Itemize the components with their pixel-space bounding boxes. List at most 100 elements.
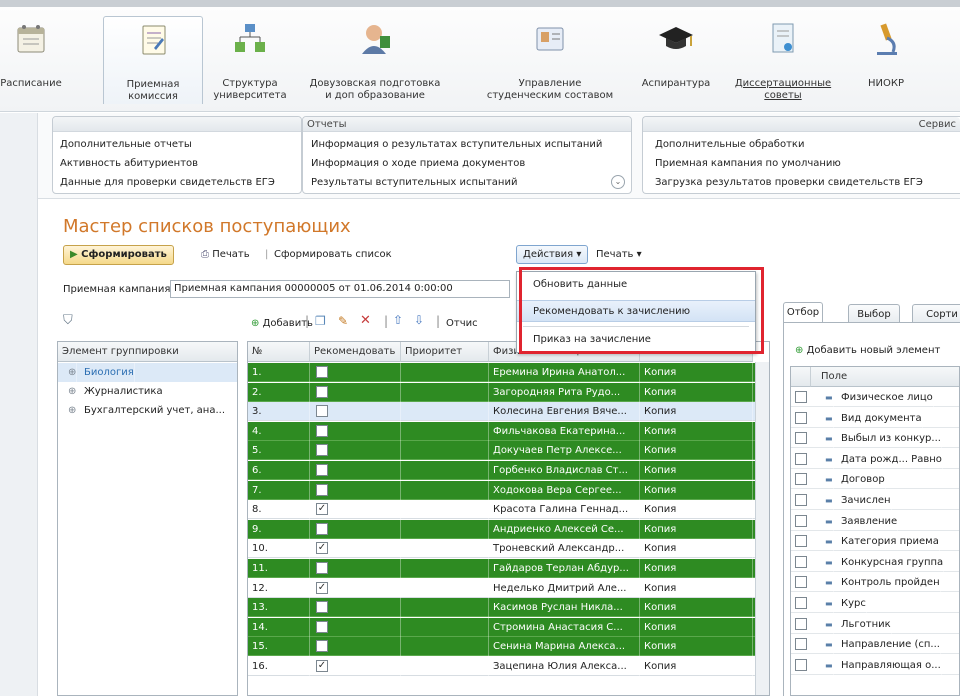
filter-checkbox[interactable] (795, 658, 807, 671)
filter-checkbox[interactable] (795, 411, 807, 424)
filter-checkbox[interactable] (795, 555, 807, 568)
group-item[interactable]: ⊕ Бухгалтерский учет, ана... (58, 401, 237, 420)
service-link[interactable]: Приемная кампания по умолчанию (655, 158, 841, 169)
tab-sort[interactable]: Сорти (912, 304, 960, 324)
table-row[interactable]: 7. Ходокова Вера Сергее... Копия (248, 480, 769, 500)
table-row[interactable]: 5. Докучаев Петр Алексе... Копия (248, 441, 769, 461)
filter-field-row[interactable]: ▬ Направление (сп... (791, 635, 959, 655)
expand-icon[interactable]: ⊕ (64, 363, 78, 382)
expand-icon[interactable]: ⊕ (64, 401, 78, 420)
command-link[interactable]: Активность абитуриентов (60, 158, 198, 169)
recommend-checkbox[interactable]: ✓ (316, 660, 328, 672)
recommend-checkbox[interactable] (316, 640, 328, 653)
recommend-checkbox[interactable] (316, 620, 328, 633)
table-row[interactable]: 10. ✓ Троневский Александр... Копия (248, 539, 769, 559)
filter-field-row[interactable]: ▬ Договор (791, 470, 959, 490)
filter-field-row[interactable]: ▬ Заявление (791, 511, 959, 531)
actions-button[interactable]: Действия ▾ (516, 245, 589, 264)
filter-checkbox[interactable] (795, 535, 807, 548)
recommend-checkbox[interactable] (316, 405, 328, 418)
report-link[interactable]: Информация о ходе приема документов (311, 158, 525, 169)
ribbon-item-schedule[interactable]: Расписание (0, 16, 62, 104)
expand-chevron-icon[interactable]: ⌄ (611, 175, 625, 189)
filter-field-row[interactable]: ▬ Конкурсная группа (791, 552, 959, 572)
ribbon-item-postgrad[interactable]: Аспирантура (636, 16, 716, 104)
filter-field-row[interactable]: ▬ Зачислен (791, 491, 959, 510)
table-row[interactable]: 1. Еремина Ирина Анатол... Копия (248, 363, 769, 382)
filter-field-row[interactable]: ▬ Вид документа (791, 408, 959, 428)
recommend-checkbox[interactable]: ✓ (316, 581, 328, 594)
expand-icon[interactable]: ⊕ (64, 382, 78, 401)
table-row[interactable]: 9. Андриенко Алексей Се... Копия (248, 519, 769, 539)
ribbon-item-students[interactable]: Управление студенческим составом (470, 16, 630, 104)
recommend-checkbox[interactable] (316, 483, 328, 496)
table-row[interactable]: 12. ✓ Неделько Дмитрий Але... Копия (248, 578, 769, 598)
recommend-checkbox[interactable]: ✓ (316, 503, 328, 516)
filter-checkbox[interactable] (795, 432, 807, 445)
recommend-checkbox[interactable] (316, 562, 328, 574)
recommend-checkbox[interactable]: ✓ (316, 542, 328, 555)
move-up-icon[interactable]: ⇧ (393, 313, 403, 327)
recommend-checkbox[interactable] (316, 601, 328, 614)
table-row[interactable]: 14. Стромина Анастасия С... Копия (248, 617, 769, 637)
ribbon-item-councils[interactable]: Диссертационные советы (728, 16, 838, 104)
tab-select[interactable]: Выбор (848, 304, 900, 324)
add-new-element-button[interactable]: ⊕ Добавить новый элемент (795, 345, 940, 356)
ribbon-item-research[interactable]: НИОКР (846, 16, 926, 104)
filter-field-row[interactable]: ▬ Категория приема (791, 532, 959, 552)
table-row[interactable]: 15. Сенина Марина Алекса... Копия (248, 637, 769, 657)
col-header-num[interactable]: № (248, 342, 310, 362)
table-row[interactable]: 6. Горбенко Владислав Ст... Копия (248, 461, 769, 480)
recommend-checkbox[interactable] (316, 444, 328, 457)
table-scrollbar[interactable] (755, 362, 769, 695)
table-row[interactable]: 8. ✓ Красота Галина Геннад... Копия (248, 500, 769, 520)
recommend-checkbox[interactable] (316, 385, 328, 398)
delete-icon[interactable]: ✕ (360, 313, 371, 328)
edit-icon[interactable]: ✎ (338, 314, 348, 328)
report-link[interactable]: Информация о результатах вступительных и… (311, 139, 602, 150)
ribbon-item-admission[interactable]: Приемная комиссия (103, 16, 203, 104)
generate-list-button[interactable]: Сформировать список (274, 249, 392, 260)
command-link[interactable]: Дополнительные отчеты (60, 139, 192, 150)
table-row[interactable]: 13. Касимов Руслан Никла... Копия (248, 598, 769, 618)
service-link[interactable]: Загрузка результатов проверки свидетельс… (655, 177, 923, 188)
print-menu-button[interactable]: Печать ▾ (596, 249, 642, 260)
table-row[interactable]: 16. ✓ Зацепина Юлия Алекса... Копия (248, 657, 769, 676)
tab-filter[interactable]: Отбор (783, 302, 823, 322)
filter-checkbox[interactable] (795, 617, 807, 630)
col-header-recommend[interactable]: Рекомендовать (310, 342, 401, 362)
group-item[interactable]: ⊕ Биология (58, 363, 237, 382)
clear-button[interactable]: Отчис (446, 318, 478, 329)
recommend-checkbox[interactable] (316, 424, 328, 437)
filter-field-row[interactable]: ▬ Курс (791, 594, 959, 613)
filter-checkbox[interactable] (795, 514, 807, 527)
recommend-checkbox[interactable] (316, 366, 328, 378)
recommend-checkbox[interactable] (316, 522, 328, 535)
filter-checkbox[interactable] (795, 391, 807, 403)
left-collapse-strip[interactable] (0, 113, 38, 696)
filter-field-row[interactable]: ▬ Контроль пройден (791, 573, 959, 593)
col-header-priority[interactable]: Приоритет (401, 342, 489, 362)
filter-checkbox[interactable] (795, 494, 807, 506)
command-link[interactable]: Данные для проверки свидетельств ЕГЭ (60, 177, 275, 188)
print-button[interactable]: ⎙ Печать (201, 249, 250, 260)
filter-checkbox[interactable] (795, 576, 807, 589)
ribbon-item-structure[interactable]: Структура университета (205, 16, 295, 104)
table-row[interactable]: 4. Фильчакова Екатерина... Копия (248, 421, 769, 441)
campaign-field[interactable]: Приемная кампания 00000005 от 01.06.2014… (170, 280, 510, 298)
group-item[interactable]: ⊕ Журналистика (58, 382, 237, 401)
move-down-icon[interactable]: ⇩ (414, 313, 424, 327)
filter-field-row[interactable]: ▬ Дата рожд... Равно (791, 449, 959, 469)
service-link[interactable]: Дополнительные обработки (655, 139, 804, 150)
filter-field-row[interactable]: ▬ Направляющая о... (791, 655, 959, 675)
recommend-checkbox[interactable] (316, 464, 328, 476)
add-button[interactable]: ⊕ Добавить (251, 318, 313, 329)
ribbon-item-prep[interactable]: Довузовская подготовка и доп образование (300, 16, 450, 104)
filter-icon[interactable]: ⛉ (63, 313, 73, 328)
copy-icon[interactable]: ❐ (315, 314, 326, 328)
table-row[interactable]: 11. Гайдаров Терлан Абдур... Копия (248, 559, 769, 578)
report-link[interactable]: Результаты вступительных испытаний (311, 177, 517, 188)
generate-button[interactable]: ▶ Сформировать (63, 245, 174, 265)
filter-checkbox[interactable] (795, 597, 807, 609)
filter-field-row[interactable]: ▬ Льготник (791, 614, 959, 634)
